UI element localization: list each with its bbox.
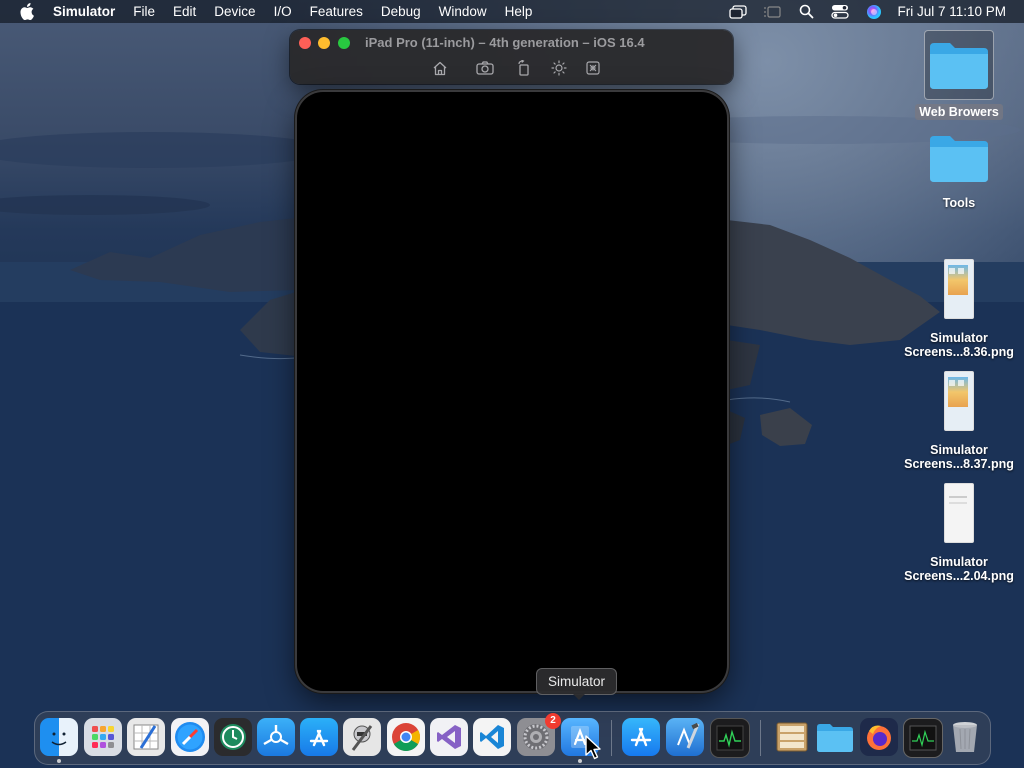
dock-tooltip: Simulator	[536, 668, 618, 700]
image-thumbnail-icon	[944, 259, 974, 319]
app-store-icon[interactable]	[622, 718, 660, 756]
home-icon[interactable]	[431, 59, 449, 77]
menu-debug[interactable]: Debug	[372, 0, 430, 23]
running-indicator	[57, 759, 61, 763]
dock: 2	[34, 711, 991, 765]
finder-icon[interactable]	[40, 718, 78, 756]
spotlight-search-icon[interactable]	[796, 4, 816, 20]
desktop-item-label-line1: Simulator	[930, 555, 988, 569]
ipad-simulator-screen[interactable]	[297, 92, 727, 691]
desktop-item-label-line2: Screens...8.36.png	[904, 345, 1014, 359]
chrome-icon[interactable]	[387, 718, 425, 756]
screen-mirroring-icon[interactable]	[728, 4, 748, 20]
menu-bar-clock[interactable]: Fri Jul 7 11:10 PM	[897, 4, 1006, 19]
desktop-file-screenshot-2[interactable]: Simulator Screens...8.37.png	[899, 371, 1019, 471]
menu-window[interactable]: Window	[430, 0, 496, 23]
appearance-icon[interactable]	[550, 59, 568, 77]
desktop-item-label-line2: Screens...8.37.png	[904, 457, 1014, 471]
desktop-item-label-line2: Screens...2.04.png	[904, 569, 1014, 583]
folder-icon	[924, 30, 994, 100]
desktop-item-label: Tools	[942, 196, 976, 210]
dock-separator	[611, 720, 612, 756]
desktop-folder-web-browers[interactable]: Web Browers	[899, 30, 1019, 120]
menu-file[interactable]: File	[124, 0, 164, 23]
image-thumbnail-icon	[944, 371, 974, 431]
downloads-folder-icon[interactable]	[816, 718, 854, 756]
control-center-icon[interactable]	[830, 4, 850, 20]
script-editor-icon[interactable]	[127, 718, 165, 756]
menu-help[interactable]: Help	[496, 0, 542, 23]
launchpad-icon[interactable]	[84, 718, 122, 756]
dock-separator	[760, 720, 761, 756]
desktop-file-screenshot-1[interactable]: Simulator Screens...8.36.png	[899, 259, 1019, 359]
apple-menu-icon[interactable]	[19, 3, 35, 20]
trash-icon[interactable]	[946, 718, 984, 756]
archive-utility-icon[interactable]	[773, 718, 811, 756]
siri-icon[interactable]	[864, 4, 884, 20]
activity-monitor-icon[interactable]	[710, 718, 750, 758]
desktop-file-screenshot-3[interactable]: Simulator Screens...2.04.png	[899, 483, 1019, 583]
stage-manager-icon[interactable]	[762, 4, 782, 20]
notification-badge: 2	[545, 713, 561, 729]
menu-features[interactable]: Features	[301, 0, 372, 23]
xcode-icon[interactable]	[666, 718, 704, 756]
system-settings-icon[interactable]: 2	[517, 713, 561, 756]
window-zoom-button[interactable]	[338, 37, 350, 49]
window-close-button[interactable]	[299, 37, 311, 49]
simulator-window-toolbar: iPad Pro (11-inch) – 4th generation – iO…	[290, 30, 733, 84]
testflight-icon[interactable]	[257, 718, 295, 756]
desktop-item-label-line1: Simulator	[930, 331, 988, 345]
window-minimize-button[interactable]	[318, 37, 330, 49]
folder-icon	[928, 132, 990, 184]
menu-device[interactable]: Device	[205, 0, 264, 23]
menu-edit[interactable]: Edit	[164, 0, 205, 23]
automator-icon[interactable]	[343, 718, 381, 756]
mouse-cursor-icon	[585, 735, 601, 760]
vscode-icon[interactable]	[473, 718, 511, 756]
desktop-folder-tools[interactable]: Tools	[899, 132, 1019, 210]
menu-app-name[interactable]: Simulator	[53, 0, 124, 23]
running-indicator	[578, 759, 582, 763]
image-thumbnail-icon	[944, 483, 974, 543]
lock-icon[interactable]	[584, 59, 602, 77]
desktop-item-label-line1: Simulator	[930, 443, 988, 457]
console-icon[interactable]	[903, 718, 943, 758]
safari-icon[interactable]	[171, 718, 209, 756]
visual-studio-icon[interactable]	[430, 718, 468, 756]
firefox-icon[interactable]	[860, 718, 898, 756]
simulator-window-title: iPad Pro (11-inch) – 4th generation – iO…	[365, 35, 645, 50]
rotate-icon[interactable]	[515, 59, 533, 77]
screenshot-icon[interactable]	[476, 59, 494, 77]
desktop-item-label: Web Browers	[915, 104, 1003, 120]
time-machine-icon[interactable]	[214, 718, 252, 756]
app-store-connect-icon[interactable]	[300, 718, 338, 756]
menu-io[interactable]: I/O	[265, 0, 301, 23]
menu-bar: Simulator File Edit Device I/O Features …	[0, 0, 1024, 23]
